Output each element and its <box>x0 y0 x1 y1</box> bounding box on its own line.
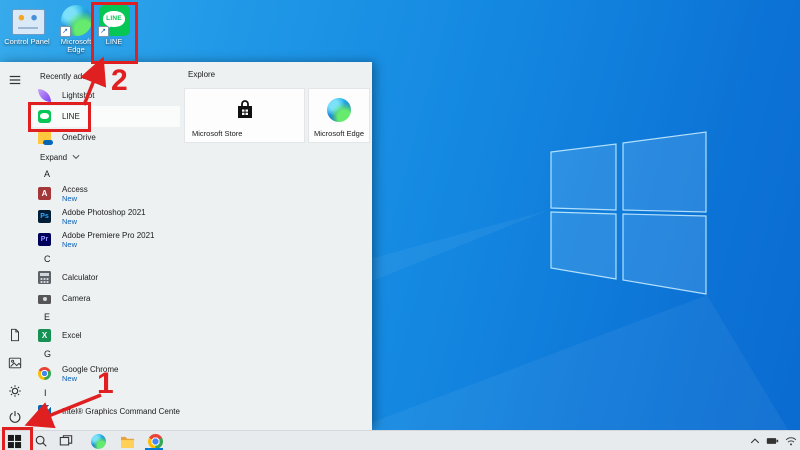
line-bubble: LINE <box>103 11 125 27</box>
app-label: Adobe Photoshop 2021 <box>62 208 146 217</box>
battery-icon <box>766 436 779 446</box>
power-button[interactable] <box>0 406 30 428</box>
calculator-icon <box>38 271 51 284</box>
recently-added-header: Recently added <box>40 72 180 81</box>
taskbar <box>0 430 800 450</box>
search-button[interactable] <box>29 431 53 450</box>
app-label: Excel <box>62 331 82 340</box>
annotation-step-2: 2 <box>111 67 128 95</box>
app-label: Access <box>62 185 88 194</box>
section-letter[interactable]: C <box>30 251 180 267</box>
camera-icon <box>38 292 51 305</box>
recent-item-label: OneDrive <box>62 133 96 142</box>
chevron-down-icon <box>72 154 80 160</box>
tile-label: Microsoft Edge <box>314 129 364 138</box>
desktop: Control Panel ↗ Microsoft Edge LINE ↗ LI… <box>0 0 800 450</box>
app-row-calculator[interactable]: Calculator <box>30 267 180 288</box>
taskbar-edge-button[interactable] <box>86 431 110 450</box>
file-explorer-button[interactable] <box>115 431 139 450</box>
shortcut-arrow-icon: ↗ <box>98 26 109 37</box>
app-label: Calculator <box>62 273 98 282</box>
excel-icon: X <box>38 329 51 342</box>
desktop-icon-microsoft-edge[interactable]: ↗ Microsoft Edge <box>53 5 99 54</box>
chrome-icon <box>148 434 163 449</box>
line-icon <box>38 110 51 123</box>
app-label: Camera <box>62 294 90 303</box>
desktop-icon-label: Control Panel <box>4 38 49 46</box>
recent-item-label: Lightshot <box>62 91 94 100</box>
task-view-icon <box>59 434 73 448</box>
show-hidden-icons-button[interactable] <box>748 434 761 448</box>
power-icon <box>8 410 22 424</box>
expand-label: Expand <box>40 153 67 162</box>
app-row-camera[interactable]: Camera <box>30 288 180 309</box>
desktop-icon-label: LINE <box>106 38 123 46</box>
gear-icon <box>8 384 22 398</box>
annotation-step-1: 1 <box>97 370 114 398</box>
recent-item-lightshot[interactable]: Lightshot <box>30 85 180 106</box>
recent-item-onedrive[interactable]: OneDrive <box>30 127 180 148</box>
wifi-icon <box>785 436 797 446</box>
chrome-icon <box>38 367 51 380</box>
start-button[interactable] <box>2 431 26 450</box>
section-letter[interactable]: E <box>30 309 180 325</box>
onedrive-icon <box>38 131 51 144</box>
recent-item-line[interactable]: LINE <box>30 106 180 127</box>
edge-icon <box>327 98 351 122</box>
pictures-button[interactable] <box>0 352 30 374</box>
documents-button[interactable] <box>0 324 30 346</box>
folder-icon <box>120 435 135 448</box>
start-menu-tiles: Explore Microsoft Store Microsoft Edge <box>180 62 372 430</box>
premiere-icon: Pr <box>38 233 51 246</box>
start-menu: Recently added Lightshot LINE OneDrive E… <box>0 62 372 430</box>
tile-group-header: Explore <box>188 70 372 79</box>
app-row-access[interactable]: A Access New <box>30 182 180 205</box>
section-letter[interactable]: A <box>30 166 180 182</box>
chevron-up-icon <box>750 437 760 445</box>
tile-microsoft-store[interactable]: Microsoft Store <box>184 88 305 143</box>
windows-start-icon <box>7 434 22 449</box>
desktop-icon-line[interactable]: LINE ↗ LINE <box>96 5 132 46</box>
start-menu-rail <box>0 62 30 430</box>
hamburger-icon <box>8 73 22 87</box>
app-label: Adobe Premiere Pro 2021 <box>62 231 155 240</box>
intel-icon <box>38 405 51 418</box>
app-row-intel-gcc[interactable]: Intel® Graphics Command Center <box>30 401 180 422</box>
new-badge: New <box>62 194 88 203</box>
network-button[interactable] <box>784 434 797 448</box>
app-label: Intel® Graphics Command Center <box>62 407 180 416</box>
search-icon <box>34 434 48 448</box>
hamburger-button[interactable] <box>0 69 30 91</box>
desktop-icon-control-panel[interactable]: Control Panel <box>2 5 52 46</box>
edge-icon <box>91 434 106 449</box>
photoshop-icon: Ps <box>38 210 51 223</box>
control-panel-icon <box>12 9 45 35</box>
app-row-photoshop[interactable]: Ps Adobe Photoshop 2021 New <box>30 205 180 228</box>
new-badge: New <box>62 217 146 226</box>
store-bag-icon <box>233 98 257 122</box>
system-tray <box>748 431 797 450</box>
pictures-icon <box>8 356 22 370</box>
recent-item-label: LINE <box>62 112 80 121</box>
battery-button[interactable] <box>766 434 779 448</box>
new-badge: New <box>62 240 155 249</box>
app-row-premiere[interactable]: Pr Adobe Premiere Pro 2021 New <box>30 228 180 251</box>
shortcut-arrow-icon: ↗ <box>60 26 71 37</box>
document-icon <box>8 328 22 342</box>
task-view-button[interactable] <box>54 431 78 450</box>
desktop-icon-label: Microsoft Edge <box>53 38 99 54</box>
settings-button[interactable] <box>0 380 30 402</box>
section-letter[interactable]: G <box>30 346 180 362</box>
lightshot-icon <box>38 89 51 102</box>
expand-control[interactable]: Expand <box>30 148 180 166</box>
access-icon: A <box>38 187 51 200</box>
app-row-excel[interactable]: X Excel <box>30 325 180 346</box>
tile-microsoft-edge[interactable]: Microsoft Edge <box>308 88 370 143</box>
tile-label: Microsoft Store <box>192 129 242 138</box>
